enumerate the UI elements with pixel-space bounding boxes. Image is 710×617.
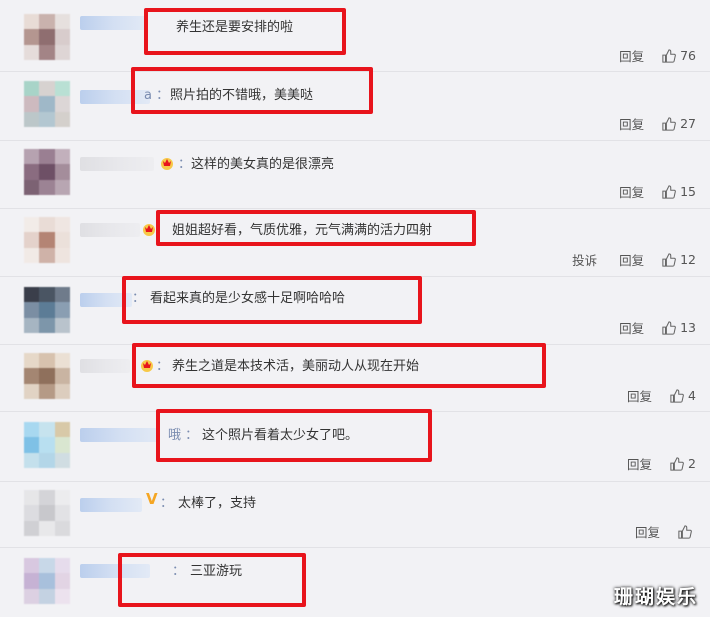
like-count: 15 — [680, 184, 696, 199]
highlight-box — [144, 8, 346, 55]
username[interactable] — [80, 498, 142, 512]
thumb-up-icon — [662, 48, 676, 63]
comment-row: 姐姐超好看，气质优雅，元气满满的活力四射 投诉 回复 12 — [0, 209, 710, 277]
like-button[interactable]: 12 — [662, 252, 696, 267]
comment-row: a ： 照片拍的不错哦，美美哒 回复 27 — [0, 67, 710, 141]
like-count: 13 — [680, 320, 696, 335]
avatar[interactable] — [24, 422, 70, 468]
comment-actions: 投诉 回复 12 — [550, 250, 696, 269]
highlight-box — [118, 553, 306, 607]
reply-button[interactable]: 回复 — [619, 114, 644, 133]
reply-button[interactable]: 回复 — [635, 522, 660, 541]
like-button[interactable]: 27 — [662, 116, 696, 131]
watermark: 珊瑚娱乐 — [613, 586, 698, 608]
thumb-up-icon — [670, 388, 684, 403]
avatar[interactable] — [24, 287, 70, 333]
username[interactable] — [80, 428, 160, 442]
vip-badge-icon: V — [146, 490, 158, 508]
avatar[interactable] — [24, 81, 70, 127]
username[interactable] — [80, 16, 146, 30]
like-button[interactable] — [678, 524, 696, 539]
comment-row: V ： 太棒了，支持 回复 — [0, 482, 710, 548]
reply-button[interactable]: 回复 — [619, 46, 644, 65]
comment-row: ： 这样的美女真的是很漂亮 回复 15 — [0, 141, 710, 209]
username[interactable] — [80, 359, 130, 373]
avatar[interactable] — [24, 217, 70, 263]
username[interactable] — [80, 223, 140, 237]
highlight-box — [156, 409, 432, 462]
like-button[interactable]: 76 — [662, 48, 696, 63]
like-count: 27 — [680, 116, 696, 131]
reply-button[interactable]: 回复 — [627, 386, 652, 405]
comment-prefix: ： — [178, 157, 192, 172]
thumb-up-icon — [662, 184, 676, 199]
comment-text: 太棒了，支持 — [178, 496, 257, 511]
avatar[interactable] — [24, 149, 70, 195]
comment-text: 这样的美女真的是很漂亮 — [191, 157, 335, 172]
thumb-up-icon — [678, 524, 692, 539]
comment-actions: 回复 2 — [605, 454, 696, 473]
like-button[interactable]: 15 — [662, 184, 696, 199]
comment-actions: 回复 13 — [597, 318, 696, 337]
comment-row: ： 养生之道是本技术活，美丽动人从现在开始 回复 4 — [0, 343, 710, 412]
thumb-up-icon — [662, 116, 676, 131]
comment-actions: 回复 — [613, 522, 696, 541]
reply-button[interactable]: 回复 — [619, 182, 644, 201]
highlight-box — [122, 276, 422, 324]
comment-actions: 回复 27 — [597, 114, 696, 133]
username[interactable] — [80, 157, 154, 171]
like-count: 2 — [688, 456, 696, 471]
comment-actions: 回复 4 — [605, 386, 696, 405]
vip-crown-icon — [158, 155, 176, 175]
like-button[interactable]: 2 — [670, 456, 696, 471]
comment-prefix: ： — [160, 496, 174, 511]
thumb-up-icon — [662, 320, 676, 335]
like-count: 12 — [680, 252, 696, 267]
highlight-box — [131, 67, 373, 114]
comment-actions: 回复 76 — [597, 46, 696, 65]
avatar[interactable] — [24, 490, 70, 536]
reply-button[interactable]: 回复 — [619, 250, 644, 269]
highlight-box — [132, 343, 546, 388]
like-button[interactable]: 4 — [670, 388, 696, 403]
like-count: 4 — [688, 388, 696, 403]
reply-button[interactable]: 回复 — [627, 454, 652, 473]
comment-row: 哦 ： 这个照片看着太少女了吧。 回复 2 — [0, 409, 710, 482]
reply-button[interactable]: 回复 — [619, 318, 644, 337]
thumb-up-icon — [662, 252, 676, 267]
avatar[interactable] — [24, 14, 70, 60]
avatar[interactable] — [24, 558, 70, 604]
like-button[interactable]: 13 — [662, 320, 696, 335]
comment-row: ： 三亚游玩 — [0, 548, 710, 617]
comment-row: 养生还是要安排的啦 回复 76 — [0, 0, 710, 72]
comment-list: 养生还是要安排的啦 回复 76 a ： 照片拍的不错哦，美美哒 回复 27 ： … — [0, 0, 710, 617]
like-count: 76 — [680, 48, 696, 63]
comment-actions: 回复 15 — [597, 182, 696, 201]
avatar[interactable] — [24, 353, 70, 399]
comment-row: ： 看起来真的是少女感十足啊哈哈哈 回复 13 — [0, 276, 710, 345]
report-button[interactable]: 投诉 — [572, 250, 597, 269]
thumb-up-icon — [670, 456, 684, 471]
highlight-box — [156, 210, 476, 246]
